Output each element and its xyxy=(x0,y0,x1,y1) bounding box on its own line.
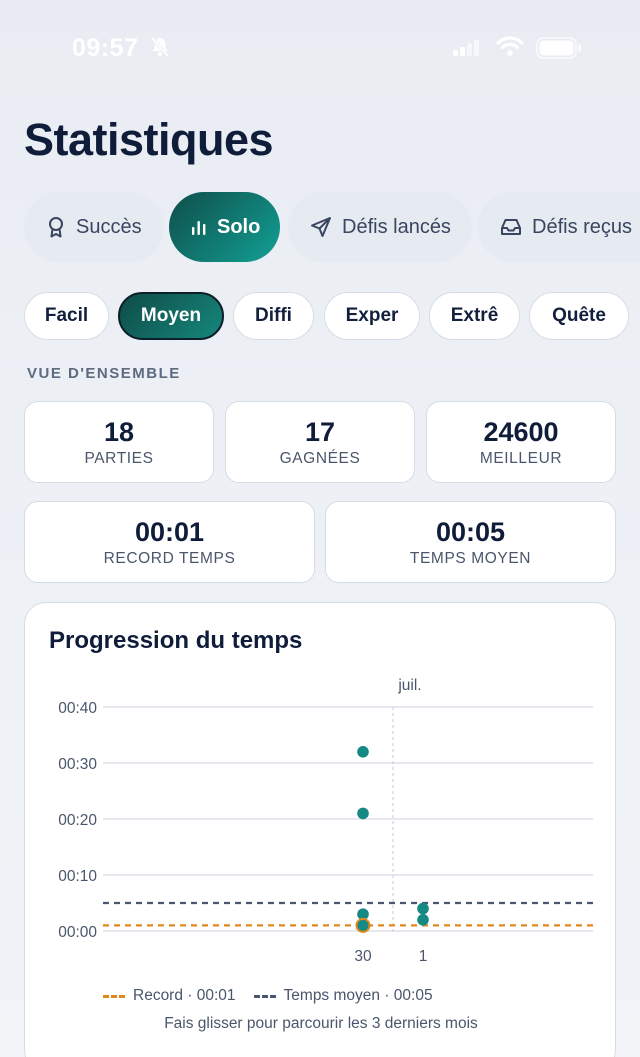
award-icon xyxy=(49,217,63,238)
data-point-record[interactable] xyxy=(355,917,371,933)
y-tick-label: 00:40 xyxy=(58,700,97,717)
y-tick-label: 00:00 xyxy=(58,924,97,941)
stat-value: 00:05 xyxy=(435,517,506,547)
wifi-icon xyxy=(496,36,524,56)
tab-label: Succès xyxy=(76,215,142,238)
tab-defis-recus[interactable]: Défis reçus xyxy=(478,192,640,262)
legend-label-record: Record · 00:01 xyxy=(133,987,236,1004)
send-icon xyxy=(311,217,331,237)
signal-icon xyxy=(453,40,479,56)
stat-value: 17 xyxy=(304,417,336,447)
legend-average: Temps moyen · 00:05 xyxy=(253,987,433,1005)
legend-label-average: Temps moyen · 00:05 xyxy=(283,987,433,1004)
month-label: juil. xyxy=(397,677,421,694)
tab-defis-lances[interactable]: Défis lancés xyxy=(288,192,472,262)
stat-value: 18 xyxy=(103,417,135,447)
chip-diffi[interactable]: Diffi xyxy=(233,292,314,340)
stat-card-record-temps: 00:01 RECORD TEMPS xyxy=(24,501,315,583)
tab-label: Solo xyxy=(217,215,261,238)
stat-label: RECORD TEMPS xyxy=(103,550,236,567)
stat-card-gagnees: 17 GAGNÉES xyxy=(225,401,415,483)
chip-facil[interactable]: Facil xyxy=(24,292,109,340)
stat-label: MEILLEUR xyxy=(479,450,563,467)
chart-hint: Fais glisser pour parcourir les 3 dernie… xyxy=(164,1015,478,1032)
stat-value: 00:01 xyxy=(134,517,205,547)
y-tick-label: 00:30 xyxy=(58,756,97,773)
tab-label: Défis reçus xyxy=(532,215,633,238)
y-tick-label: 00:10 xyxy=(58,868,97,885)
data-point[interactable] xyxy=(417,914,429,926)
page-title: Statistiques xyxy=(24,114,274,165)
chip-extre[interactable]: Extrê xyxy=(429,292,520,340)
data-point[interactable] xyxy=(357,746,369,758)
tab-succes[interactable]: Succès xyxy=(24,192,164,262)
chip-exper[interactable]: Exper xyxy=(324,292,420,340)
y-tick-label: 00:20 xyxy=(58,812,97,829)
stat-label: GAGNÉES xyxy=(279,450,361,467)
bell-off-icon xyxy=(150,36,170,58)
status-bar: 09:57 xyxy=(0,0,640,96)
chart-legend: Record · 00:01 Temps moyen · 00:05 xyxy=(103,987,433,1005)
difficulty-chips: Facil Moyen Diffi Exper Extrê Quête xyxy=(0,292,640,342)
stat-card-meilleur: 24600 MEILLEUR xyxy=(426,401,616,483)
stat-card-temps-moyen: 00:05 TEMPS MOYEN xyxy=(325,501,616,583)
inbox-icon xyxy=(501,219,521,235)
status-time: 09:57 xyxy=(72,34,139,62)
stat-value: 24600 xyxy=(483,417,559,447)
stat-card-parties: 18 PARTIES xyxy=(24,401,214,483)
legend-swatch-record xyxy=(103,994,125,998)
legend-record: Record · 00:01 xyxy=(103,987,236,1005)
tab-label: Défis lancés xyxy=(342,215,451,238)
chip-moyen[interactable]: Moyen xyxy=(118,292,224,340)
section-label: VUE D'ENSEMBLE xyxy=(27,365,181,382)
chip-quete[interactable]: Quête xyxy=(529,292,629,340)
data-point[interactable] xyxy=(417,902,429,915)
stats-tabs: Succès Solo Défis lancés Défis reçus xyxy=(0,192,640,264)
x-tick-label: 30 xyxy=(354,948,372,965)
stat-label: PARTIES xyxy=(84,450,154,467)
tab-solo[interactable]: Solo xyxy=(169,192,280,262)
data-point[interactable] xyxy=(357,807,369,820)
battery-icon xyxy=(536,37,581,59)
legend-swatch-average xyxy=(253,994,276,998)
x-tick-label: 1 xyxy=(419,948,428,965)
chart-card[interactable]: Progression du temps 00:00 00:10 00:20 00:3… xyxy=(24,602,616,1057)
stat-label: TEMPS MOYEN xyxy=(409,550,532,567)
bar-chart-icon xyxy=(192,221,206,235)
